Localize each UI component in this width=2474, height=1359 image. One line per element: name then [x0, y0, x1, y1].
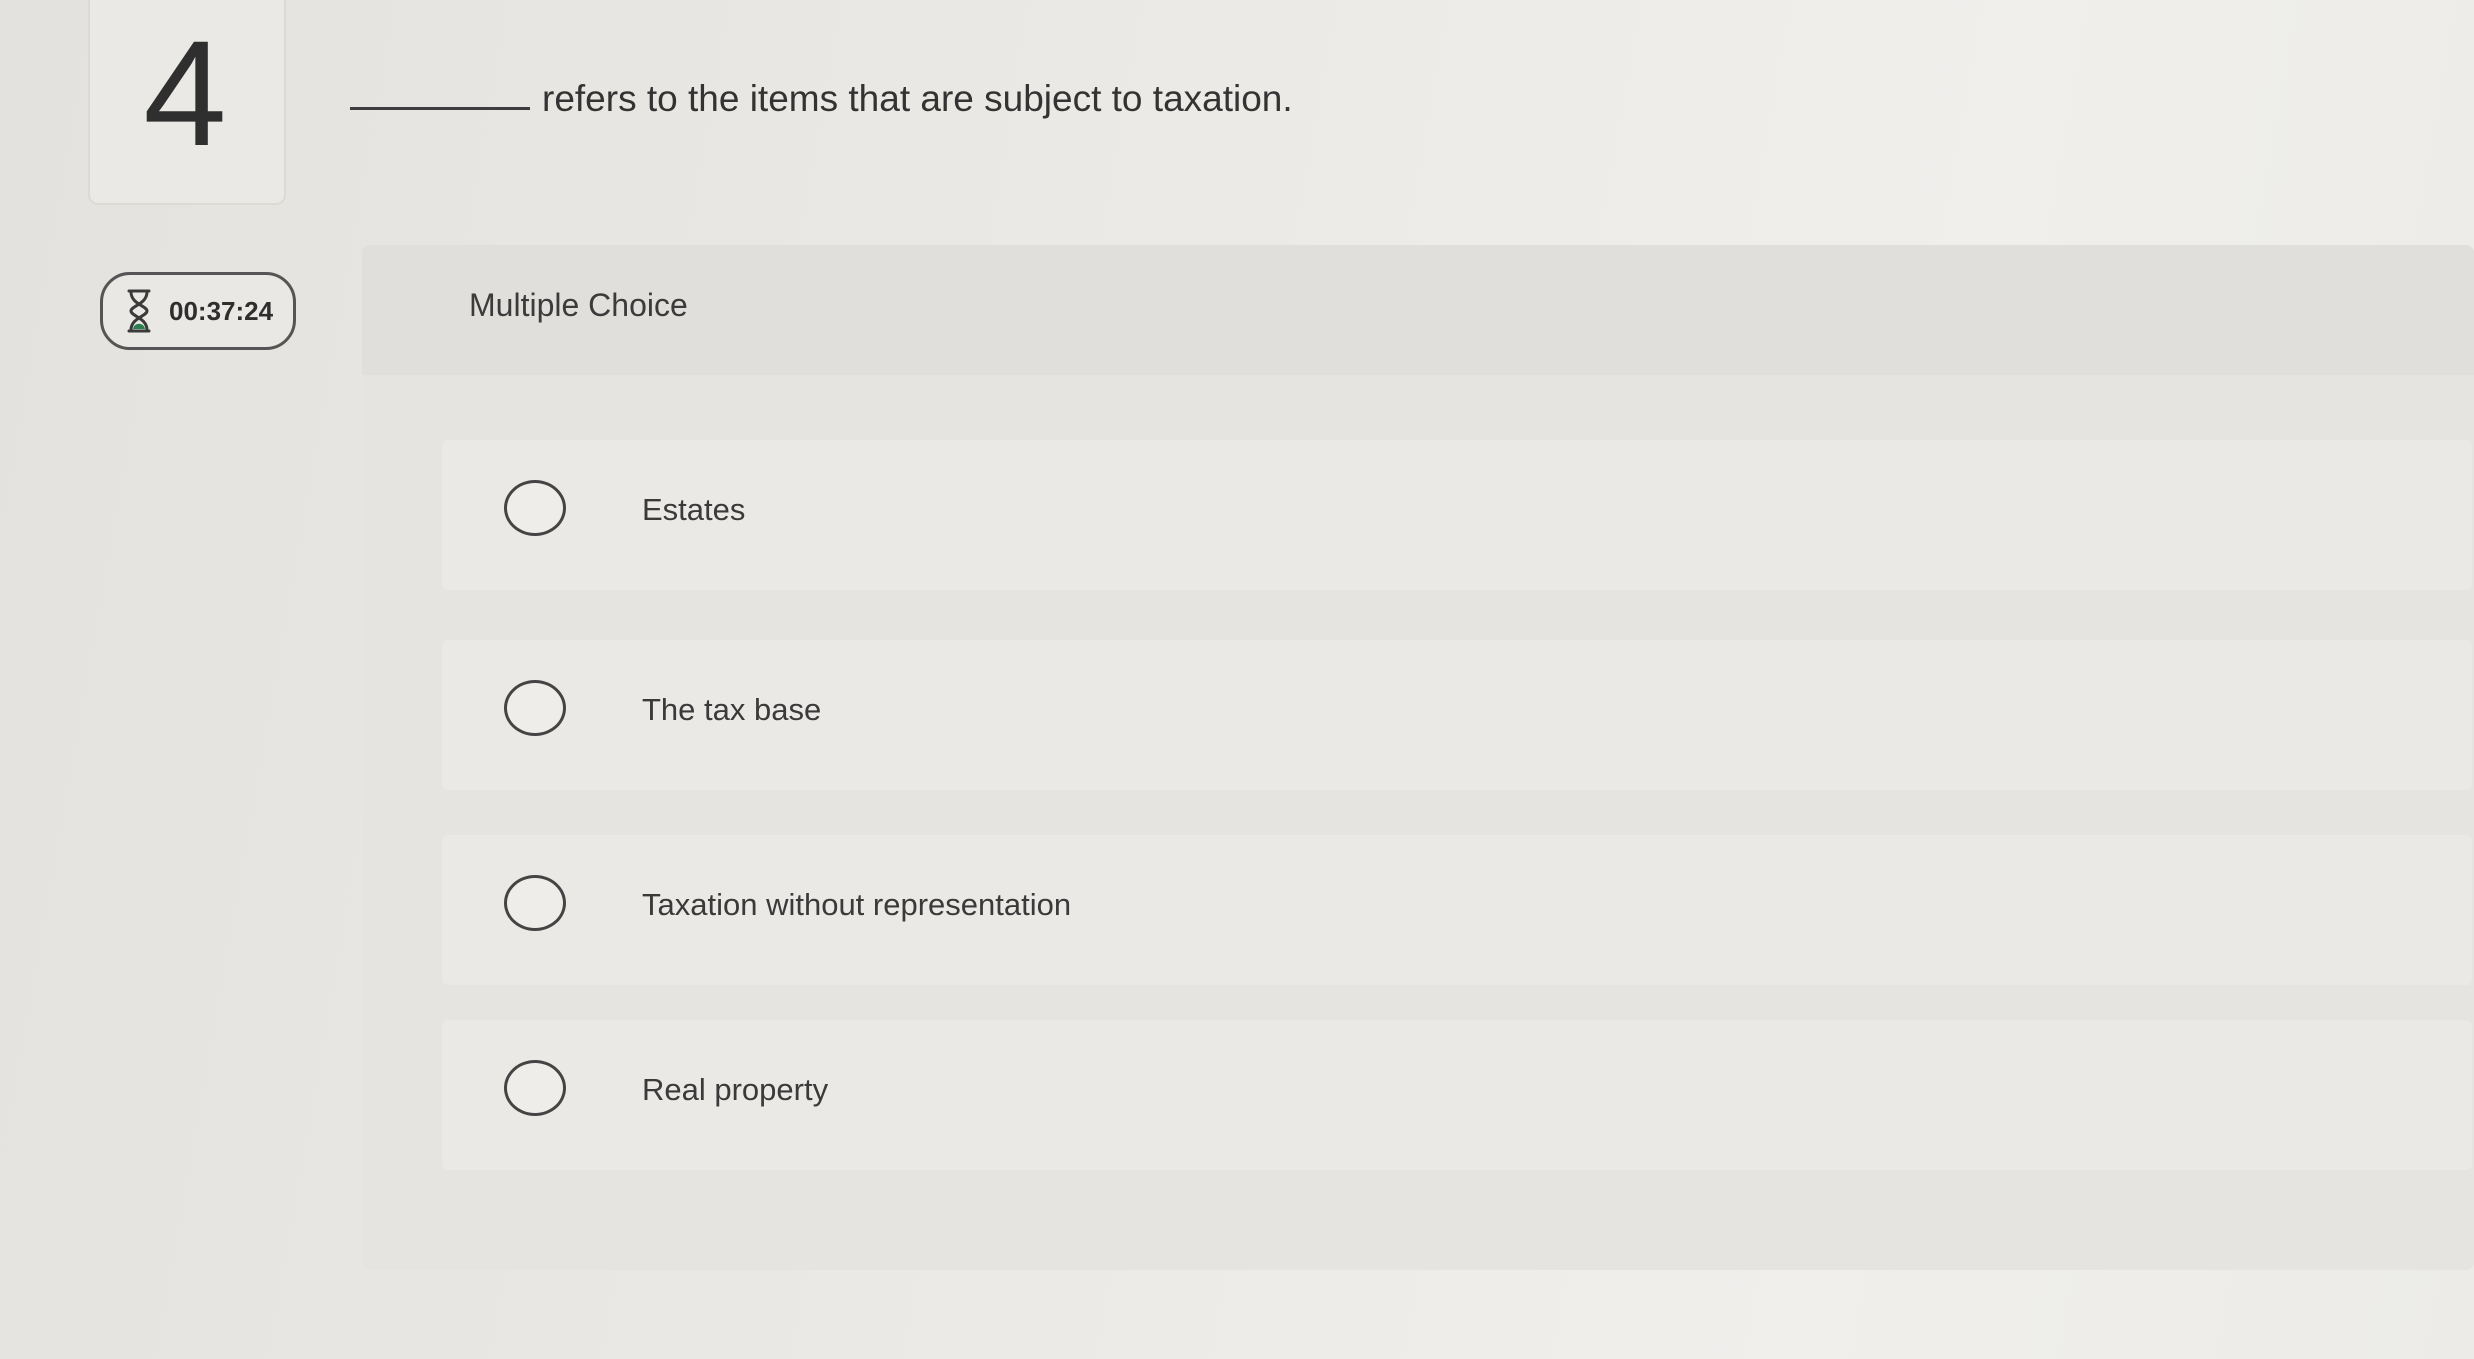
timer-badge[interactable]: 00:37:24 — [100, 272, 296, 350]
choice-option[interactable]: The tax base — [442, 640, 2472, 790]
multiple-choice-panel: Multiple Choice Estates The tax base Tax… — [362, 245, 2474, 1270]
radio-button[interactable] — [504, 480, 566, 536]
hourglass-icon — [127, 289, 151, 333]
question-prompt: refers to the items that are subject to … — [350, 78, 1293, 120]
question-number: 4 — [143, 9, 227, 177]
panel-header: Multiple Choice — [362, 245, 2474, 375]
radio-button[interactable] — [504, 1060, 566, 1116]
timer-text: 00:37:24 — [169, 295, 274, 326]
choice-label: The tax base — [642, 692, 822, 727]
question-number-card: 4 — [88, 0, 286, 205]
choice-label: Taxation without representation — [642, 887, 1072, 922]
choice-option[interactable]: Taxation without representation — [442, 835, 2472, 985]
radio-button[interactable] — [504, 680, 566, 736]
question-type-label: Multiple Choice — [469, 287, 688, 323]
choice-option[interactable]: Estates — [442, 440, 2472, 590]
choice-label: Estates — [642, 492, 746, 527]
question-text: refers to the items that are subject to … — [542, 78, 1293, 119]
choice-label: Real property — [642, 1072, 829, 1107]
fill-in-blank — [350, 107, 530, 110]
choice-option[interactable]: Real property — [442, 1020, 2472, 1170]
radio-button[interactable] — [504, 875, 566, 931]
